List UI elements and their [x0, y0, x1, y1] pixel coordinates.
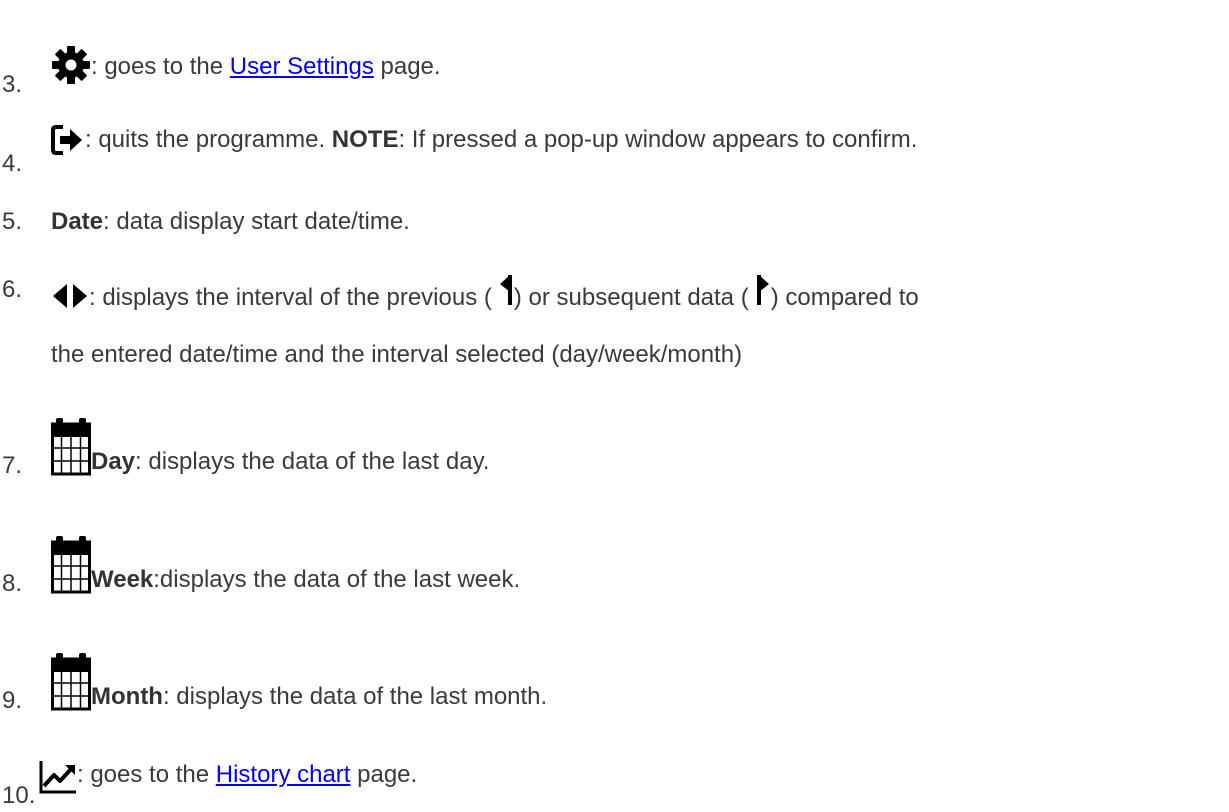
week-label: Week [91, 566, 154, 593]
item-text: page. [373, 53, 441, 80]
calendar-icon [51, 653, 91, 711]
day-label: Day [91, 448, 136, 475]
item-number: 4. [2, 150, 23, 177]
left-right-triangles-icon [51, 283, 89, 309]
item-number: 9. [2, 687, 23, 714]
history-chart-link[interactable]: History chart [216, 761, 351, 788]
item-text: :displays the data of the last week. [153, 566, 521, 593]
item-number: 10. [2, 782, 36, 809]
item-text: : goes to the [91, 53, 230, 80]
item-text: : data display start date/time. [103, 208, 410, 235]
month-label: Month [91, 683, 163, 710]
item-text: : displays the interval of the previous … [89, 284, 492, 311]
item-text: : displays the data of the last month [162, 683, 541, 710]
item-text: ) compared to [770, 284, 919, 311]
item-number: 7. [2, 452, 23, 479]
date-label: Date [51, 208, 104, 235]
calendar-icon [51, 418, 91, 476]
item-text: : If pressed a pop-up window appears to … [398, 126, 918, 153]
line-chart-icon [39, 759, 77, 795]
item-text: : quits the programme. [85, 126, 332, 153]
item-number: 6. [2, 276, 23, 303]
item-number: 8. [2, 570, 23, 597]
left-triangle-icon [498, 275, 514, 309]
gear-icon [51, 45, 91, 85]
item-text: : displays the data of the last day. [135, 448, 490, 475]
sign-out-icon [51, 125, 85, 155]
item-text-trailing: . [540, 683, 548, 710]
right-triangle-icon [755, 275, 771, 309]
calendar-icon [51, 536, 91, 594]
item-number: 3. [2, 71, 23, 98]
note-label: NOTE [331, 126, 399, 153]
item-text: ) or subsequent data ( [513, 284, 749, 311]
item-text-continued: the entered date/time and the interval s… [51, 341, 743, 368]
item-text: : goes to the [77, 761, 216, 788]
item-number: 5. [2, 208, 23, 235]
item-text: page. [350, 761, 418, 788]
user-settings-link[interactable]: User Settings [230, 53, 374, 80]
